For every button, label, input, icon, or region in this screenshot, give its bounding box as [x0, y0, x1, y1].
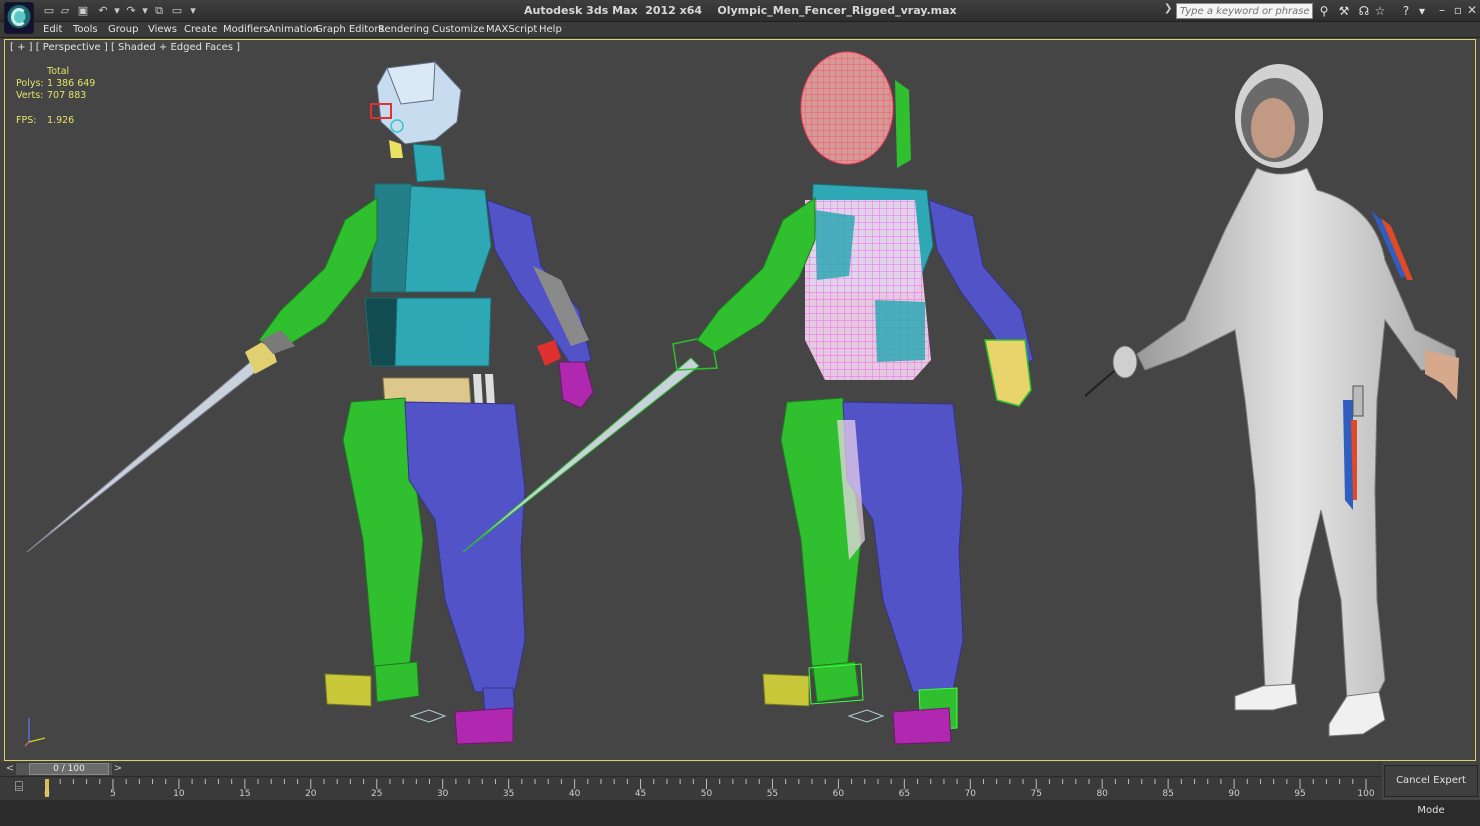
- new-file-icon[interactable]: ▭: [42, 4, 56, 18]
- chevron-left-icon[interactable]: <: [4, 763, 16, 775]
- save-icon[interactable]: ▣: [76, 4, 90, 18]
- tick-label: 30: [436, 789, 449, 799]
- tick-label: 5: [110, 789, 116, 799]
- hold-icon[interactable]: ⧉: [152, 4, 166, 18]
- file-name: Olympic_Men_Fencer_Rigged_vray.max: [717, 4, 957, 17]
- title-bar: ▭ ▱ ▣ ↶ ▾ ↷ ▾ ⧉ ▭ ▾ Autodesk 3ds Max 201…: [0, 0, 1480, 34]
- quick-access-dropdown-icon[interactable]: ▾: [186, 4, 200, 18]
- tick-label: 80: [1096, 789, 1108, 799]
- tick-label: 50: [700, 789, 713, 799]
- time-slider[interactable]: < 0 / 100 >: [0, 762, 1382, 776]
- help-icon[interactable]: ?: [1398, 3, 1414, 19]
- undo-dropdown-icon[interactable]: ▾: [110, 4, 124, 18]
- tick-label: 70: [964, 789, 977, 799]
- menu-views[interactable]: Views: [148, 23, 177, 37]
- menu-bar: Edit Tools Group Views Create Modifiers …: [0, 22, 1480, 38]
- menu-rendering[interactable]: Rendering: [378, 23, 429, 37]
- tick-label: 15: [239, 789, 251, 799]
- tick-label: 75: [1030, 789, 1042, 799]
- app-name: Autodesk 3ds Max 2012 x64: [524, 4, 703, 17]
- tick-label: 25: [371, 789, 383, 799]
- menu-edit[interactable]: Edit: [43, 23, 62, 37]
- menu-tools[interactable]: Tools: [73, 23, 98, 37]
- tick-label: 90: [1228, 789, 1240, 799]
- tick-label: 100: [1357, 789, 1375, 799]
- tick-label: 0: [44, 789, 50, 799]
- open-file-icon[interactable]: ▱: [58, 4, 72, 18]
- tick-label: 45: [634, 789, 647, 799]
- undo-icon[interactable]: ↶: [96, 4, 110, 18]
- tick-label: 10: [173, 789, 185, 799]
- redo-icon[interactable]: ↷: [124, 4, 138, 18]
- tick-label: 40: [568, 789, 581, 799]
- menu-modifiers[interactable]: Modifiers: [223, 23, 269, 37]
- window-title: Autodesk 3ds Max 2012 x64 Olympic_Men_Fe…: [524, 4, 957, 17]
- menu-graph-editors[interactable]: Graph Editors: [315, 23, 384, 37]
- menu-animation[interactable]: Animation: [268, 23, 319, 37]
- redo-dropdown-icon[interactable]: ▾: [138, 4, 152, 18]
- tick-label: 85: [1162, 789, 1174, 799]
- perspective-viewport[interactable]: [ + ] [ Perspective ] [ Shaded + Edged F…: [4, 39, 1476, 761]
- axis-gizmo-icon: [24, 718, 46, 747]
- mini-curve-editor-icon[interactable]: ⌸: [8, 779, 30, 797]
- menu-maxscript[interactable]: MAXScript: [486, 23, 537, 37]
- help-dropdown-icon[interactable]: ▾: [1414, 3, 1430, 19]
- search-collapse-icon[interactable]: ❯: [1164, 3, 1172, 14]
- communication-center-icon[interactable]: ☊: [1356, 3, 1372, 19]
- favorites-star-icon[interactable]: ☆: [1372, 3, 1388, 19]
- tick-label: 55: [766, 789, 779, 799]
- subscription-center-icon[interactable]: ⚒: [1336, 3, 1352, 19]
- menu-create[interactable]: Create: [184, 23, 217, 37]
- tick-label: 65: [898, 789, 911, 799]
- track-bar[interactable]: ⌸ 0 5 10 15 20 25 30 35 40 45 50 55 60 65 70 75 80 85 90 95…: [0, 776, 1382, 800]
- time-slider-thumb[interactable]: 0 / 100: [29, 763, 109, 775]
- menu-help[interactable]: Help: [539, 23, 562, 37]
- tick-label: 95: [1294, 789, 1306, 799]
- cancel-expert-mode-button[interactable]: Cancel Expert Mode: [1384, 765, 1478, 816]
- tick-label: 35: [502, 789, 515, 799]
- rig-wireframe-figure[interactable]: [445, 40, 1065, 760]
- menu-customize[interactable]: Customize: [432, 23, 485, 37]
- app-window: ▭ ▱ ▣ ↶ ▾ ↷ ▾ ⧉ ▭ ▾ Autodesk 3ds Max 201…: [0, 0, 1480, 816]
- close-button[interactable]: ✕: [1462, 2, 1480, 19]
- menu-group[interactable]: Group: [108, 23, 138, 37]
- rendered-fencer-figure[interactable]: [1085, 40, 1476, 760]
- search-input[interactable]: [1176, 3, 1313, 19]
- tick-label: 20: [305, 789, 317, 799]
- tick-label: 60: [832, 789, 845, 799]
- binoculars-icon[interactable]: ⚲: [1316, 3, 1332, 19]
- chevron-right-icon[interactable]: >: [112, 763, 124, 775]
- app-logo-icon[interactable]: [4, 2, 34, 34]
- project-folder-icon[interactable]: ▭: [170, 4, 184, 18]
